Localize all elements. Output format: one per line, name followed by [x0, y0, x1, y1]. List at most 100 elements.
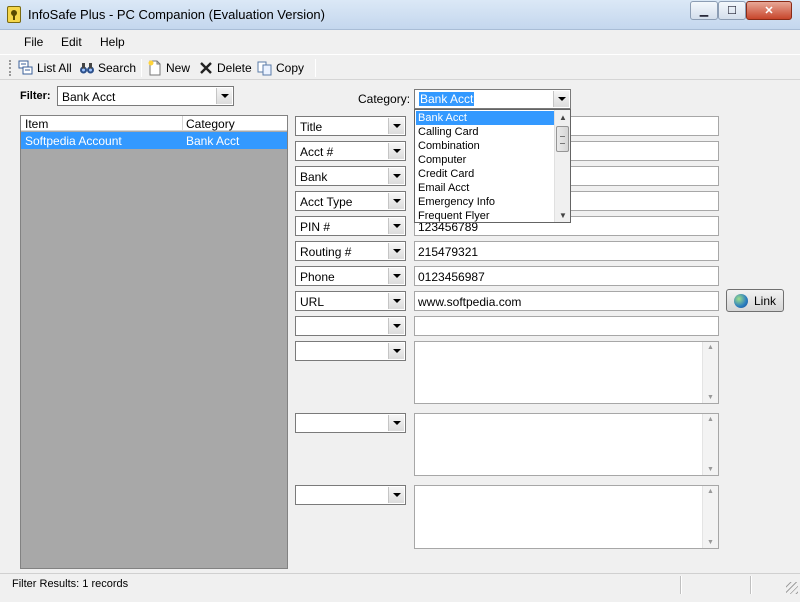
- field-input-extra[interactable]: [414, 316, 719, 336]
- table-row[interactable]: Softpedia Account Bank Acct: [21, 132, 287, 149]
- search-label: Search: [98, 61, 137, 75]
- status-divider: [750, 576, 752, 594]
- copy-button[interactable]: Copy: [257, 59, 304, 77]
- category-combo[interactable]: Bank Acct: [414, 89, 571, 109]
- resize-grip-icon[interactable]: [786, 582, 798, 594]
- field-label-combo[interactable]: Acct Type: [295, 191, 406, 211]
- copy-icon: [257, 61, 272, 76]
- column-header-category[interactable]: Category: [186, 117, 235, 131]
- memo-scrollbar[interactable]: [702, 414, 718, 475]
- memo-field[interactable]: [414, 485, 719, 549]
- dropdown-option[interactable]: Frequent Flyer: [416, 209, 554, 223]
- chevron-down-icon[interactable]: [388, 118, 404, 134]
- field-label: PIN #: [300, 220, 331, 234]
- status-bar: Filter Results: 1 records: [0, 573, 800, 602]
- row-category: Bank Acct: [186, 134, 240, 148]
- column-header-item[interactable]: Item: [25, 117, 48, 131]
- close-icon: ✕: [764, 5, 774, 17]
- field-label: URL: [300, 295, 325, 309]
- field-input-url[interactable]: www.softpedia.com: [414, 291, 719, 311]
- menu-help[interactable]: Help: [100, 35, 125, 49]
- menu-edit[interactable]: Edit: [61, 35, 82, 49]
- field-label-combo[interactable]: URL: [295, 291, 406, 311]
- delete-button[interactable]: Delete: [198, 59, 252, 77]
- menu-file[interactable]: File: [24, 35, 43, 49]
- scrollbar-thumb[interactable]: [556, 126, 569, 152]
- filter-value: Bank Acct: [62, 90, 116, 104]
- field-label: Routing #: [300, 245, 352, 259]
- field-label-combo[interactable]: PIN #: [295, 216, 406, 236]
- dropdown-option[interactable]: Bank Acct: [416, 111, 554, 125]
- chevron-down-icon[interactable]: [388, 143, 404, 159]
- chevron-down-icon[interactable]: [388, 318, 404, 334]
- dropdown-option[interactable]: Calling Card: [416, 125, 554, 139]
- chevron-down-icon[interactable]: [388, 193, 404, 209]
- list-header: Item Category: [21, 116, 287, 131]
- field-label-combo[interactable]: Phone: [295, 266, 406, 286]
- chevron-down-icon[interactable]: [388, 293, 404, 309]
- field-input-routing[interactable]: 215479321: [414, 241, 719, 261]
- new-button[interactable]: New: [147, 59, 190, 77]
- copy-label: Copy: [276, 61, 305, 75]
- delete-x-icon: [200, 62, 212, 74]
- chevron-down-icon[interactable]: [388, 487, 404, 503]
- category-dropdown-list[interactable]: Bank Acct Calling Card Combination Compu…: [414, 109, 571, 223]
- list-all-label: List All: [37, 61, 72, 75]
- toolbar-separator: [141, 59, 142, 77]
- minimize-button[interactable]: ▁: [690, 1, 718, 20]
- menu-bar: File Edit Help: [0, 31, 800, 53]
- maximize-icon: ☐: [727, 5, 737, 17]
- scroll-down-icon[interactable]: ▼: [559, 211, 567, 220]
- new-label: New: [166, 61, 191, 75]
- link-button[interactable]: Link: [726, 289, 784, 312]
- new-document-icon: [148, 60, 161, 76]
- memo-scrollbar[interactable]: [702, 486, 718, 548]
- memo-scrollbar[interactable]: [702, 342, 718, 403]
- field-label-combo[interactable]: Title: [295, 116, 406, 136]
- item-list[interactable]: Item Category Softpedia Account Bank Acc…: [20, 115, 288, 569]
- search-button[interactable]: Search: [79, 59, 136, 77]
- category-value: Bank Acct: [419, 92, 475, 106]
- field-label: Bank: [300, 170, 328, 184]
- dropdown-option[interactable]: Combination: [416, 139, 554, 153]
- scroll-up-icon[interactable]: ▲: [559, 113, 567, 122]
- dropdown-option[interactable]: Emergency Info: [416, 195, 554, 209]
- dropdown-option[interactable]: Computer: [416, 153, 554, 167]
- status-divider: [680, 576, 682, 594]
- globe-icon: [733, 293, 748, 308]
- chevron-down-icon[interactable]: [388, 168, 404, 184]
- field-label-combo[interactable]: Acct #: [295, 141, 406, 161]
- status-text: Filter Results: 1 records: [12, 578, 129, 590]
- toolbar-grip: [9, 60, 12, 76]
- list-all-button[interactable]: List All: [18, 59, 72, 77]
- chevron-down-icon[interactable]: [388, 218, 404, 234]
- chevron-down-icon[interactable]: [388, 343, 404, 359]
- list-icon: [18, 60, 33, 75]
- field-label: Title: [300, 120, 323, 134]
- chevron-down-icon[interactable]: [388, 415, 404, 431]
- chevron-down-icon[interactable]: [216, 88, 232, 104]
- field-label-combo[interactable]: Routing #: [295, 241, 406, 261]
- dropdown-option[interactable]: Credit Card: [416, 167, 554, 181]
- memo-label-combo[interactable]: [295, 341, 406, 361]
- memo-field[interactable]: [414, 413, 719, 476]
- chevron-down-icon[interactable]: [388, 243, 404, 259]
- field-input-phone[interactable]: 0123456987: [414, 266, 719, 286]
- memo-field[interactable]: [414, 341, 719, 404]
- field-label-combo[interactable]: Bank: [295, 166, 406, 186]
- row-item: Softpedia Account: [25, 134, 122, 148]
- memo-label-combo[interactable]: [295, 413, 406, 433]
- maximize-button[interactable]: ☐: [718, 1, 746, 20]
- chevron-down-icon[interactable]: [388, 268, 404, 284]
- memo-label-combo[interactable]: [295, 485, 406, 505]
- dropdown-scrollbar[interactable]: ▲ ▼: [554, 110, 570, 222]
- column-divider[interactable]: [182, 116, 183, 131]
- delete-label: Delete: [217, 61, 252, 75]
- filter-combo[interactable]: Bank Acct: [57, 86, 234, 106]
- chevron-down-icon[interactable]: [553, 91, 569, 107]
- title-bar: InfoSafe Plus - PC Companion (Evaluation…: [0, 0, 800, 30]
- dropdown-option[interactable]: Email Acct: [416, 181, 554, 195]
- close-button[interactable]: ✕: [746, 1, 792, 20]
- toolbar-separator: [315, 59, 316, 77]
- field-label-combo[interactable]: [295, 316, 406, 336]
